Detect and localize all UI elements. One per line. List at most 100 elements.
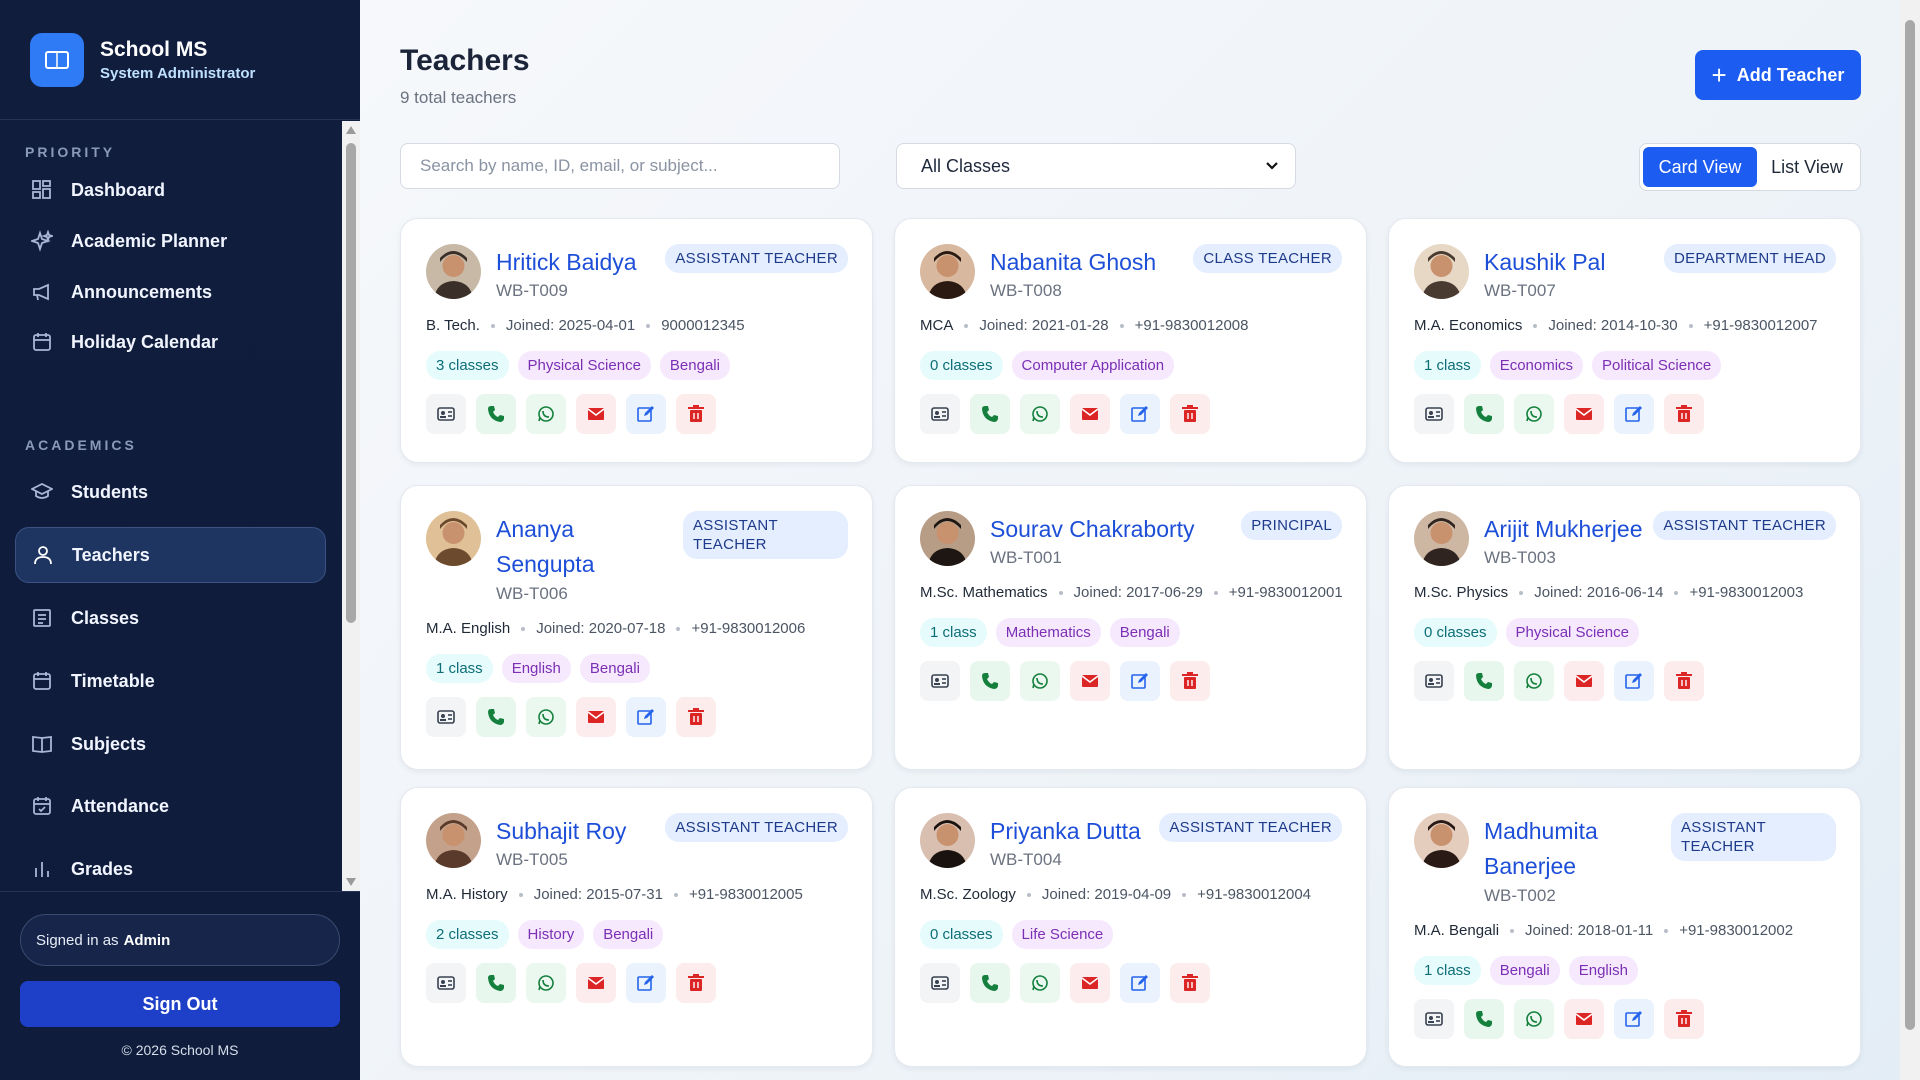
separator-dot [673, 892, 678, 897]
sidebar-item-timetable[interactable]: Timetable [15, 653, 326, 709]
delete-button[interactable] [676, 963, 716, 1003]
teacher-card: Subhajit Roy ASSISTANT TEACHER WB-T005 M.A… [400, 787, 873, 1067]
delete-button[interactable] [1170, 963, 1210, 1003]
sidebar-item-teachers[interactable]: Teachers [15, 527, 326, 583]
brand-title: School MS [100, 37, 208, 61]
class-filter-select[interactable]: All Classes [896, 143, 1296, 189]
teacher-id: WB-T002 [1484, 886, 1556, 905]
call-button[interactable] [476, 963, 516, 1003]
call-button[interactable] [476, 394, 516, 434]
separator-dot [1519, 590, 1524, 595]
teacher-name-link[interactable]: Subhajit Roy [496, 814, 626, 849]
edit-button[interactable] [1120, 963, 1160, 1003]
add-teacher-button[interactable]: + Add Teacher [1695, 50, 1861, 100]
separator-dot [1674, 590, 1679, 595]
megaphone-icon [33, 283, 49, 301]
view-id-card-button[interactable] [1414, 999, 1454, 1039]
call-button[interactable] [1464, 661, 1504, 701]
sidebar-item-holiday-calendar[interactable]: Holiday Calendar [15, 314, 326, 370]
nav-section-priority: PRIORITY [25, 144, 116, 160]
email-button[interactable] [1070, 661, 1110, 701]
whatsapp-button[interactable] [1514, 394, 1554, 434]
teacher-name-link[interactable]: Nabanita Ghosh [990, 245, 1156, 280]
page-scrollbar[interactable] [1900, 0, 1920, 1080]
call-button[interactable] [970, 661, 1010, 701]
edit-button[interactable] [626, 394, 666, 434]
teacher-name-link[interactable]: Arijit Mukherjee [1484, 512, 1643, 547]
email-button[interactable] [576, 697, 616, 737]
whatsapp-button[interactable] [1514, 999, 1554, 1039]
subject-tag: Bengali [659, 351, 730, 380]
call-button[interactable] [1464, 394, 1504, 434]
sidebar-scroll-thumb[interactable] [346, 143, 356, 623]
edit-button[interactable] [1120, 394, 1160, 434]
delete-button[interactable] [1664, 661, 1704, 701]
view-id-card-button[interactable] [920, 661, 960, 701]
teacher-name-link[interactable]: Hritick Baidya [496, 245, 637, 280]
view-id-card-button[interactable] [920, 963, 960, 1003]
call-button[interactable] [476, 697, 516, 737]
delete-button[interactable] [1664, 999, 1704, 1039]
whatsapp-button[interactable] [1020, 394, 1060, 434]
teacher-name-link[interactable]: Kaushik Pal [1484, 245, 1605, 280]
separator-dot [1213, 590, 1218, 595]
role-line2: TEACHER [693, 536, 767, 553]
edit-button[interactable] [1614, 999, 1654, 1039]
delete-button[interactable] [1170, 661, 1210, 701]
sidebar-item-grades[interactable]: Grades [15, 841, 326, 891]
edit-button[interactable] [626, 963, 666, 1003]
view-id-card-button[interactable] [426, 697, 466, 737]
edit-button[interactable] [1120, 661, 1160, 701]
view-id-card-button[interactable] [426, 963, 466, 1003]
email-button[interactable] [1564, 999, 1604, 1039]
email-button[interactable] [1564, 394, 1604, 434]
page-scroll-thumb[interactable] [1905, 20, 1915, 1030]
call-button[interactable] [970, 963, 1010, 1003]
whatsapp-button[interactable] [526, 697, 566, 737]
sidebar-item-subjects[interactable]: Subjects [15, 716, 326, 772]
search-input[interactable] [400, 143, 840, 189]
sidebar-item-students[interactable]: Students [15, 464, 326, 520]
scroll-down-icon[interactable] [346, 878, 356, 886]
teacher-name-link[interactable]: Ananya Sengupta [496, 512, 594, 582]
delete-button[interactable] [676, 394, 716, 434]
sidebar-item-academic-planner[interactable]: Academic Planner [15, 213, 326, 269]
whatsapp-button[interactable] [1514, 661, 1554, 701]
list-view-button[interactable]: List View [1757, 147, 1857, 187]
email-button[interactable] [1070, 963, 1110, 1003]
delete-button[interactable] [1170, 394, 1210, 434]
sidebar-item-attendance[interactable]: Attendance [15, 778, 326, 834]
teacher-name-link[interactable]: Sourav Chakraborty [990, 512, 1195, 547]
sidebar-scrollbar[interactable] [342, 121, 360, 891]
sidebar-item-classes[interactable]: Classes [15, 590, 326, 646]
call-button[interactable] [970, 394, 1010, 434]
card-view-button[interactable]: Card View [1643, 147, 1757, 187]
delete-button[interactable] [1664, 394, 1704, 434]
signed-in-user: Admin [123, 931, 171, 949]
edit-button[interactable] [1614, 661, 1654, 701]
whatsapp-button[interactable] [526, 963, 566, 1003]
view-id-card-button[interactable] [1414, 394, 1454, 434]
view-id-card-button[interactable] [426, 394, 466, 434]
scroll-up-icon[interactable] [346, 126, 356, 134]
email-button[interactable] [1564, 661, 1604, 701]
subject-tag: Bengali [593, 920, 664, 949]
teacher-meta: M.Sc. Physics Joined: 2016-06-14 +91-983… [1414, 584, 1803, 601]
whatsapp-button[interactable] [1020, 963, 1060, 1003]
sidebar-item-announcements[interactable]: Announcements [15, 264, 326, 320]
edit-button[interactable] [626, 697, 666, 737]
teacher-name-link[interactable]: Priyanka Dutta [990, 814, 1141, 849]
email-button[interactable] [576, 394, 616, 434]
email-button[interactable] [1070, 394, 1110, 434]
email-button[interactable] [576, 963, 616, 1003]
whatsapp-button[interactable] [1020, 661, 1060, 701]
view-id-card-button[interactable] [920, 394, 960, 434]
whatsapp-button[interactable] [526, 394, 566, 434]
call-button[interactable] [1464, 999, 1504, 1039]
view-id-card-button[interactable] [1414, 661, 1454, 701]
sidebar-item-dashboard[interactable]: Dashboard [15, 162, 326, 218]
teacher-name-link[interactable]: Madhumita Banerjee [1484, 814, 1598, 884]
sign-out-button[interactable]: Sign Out [20, 981, 340, 1027]
edit-button[interactable] [1614, 394, 1654, 434]
delete-button[interactable] [676, 697, 716, 737]
